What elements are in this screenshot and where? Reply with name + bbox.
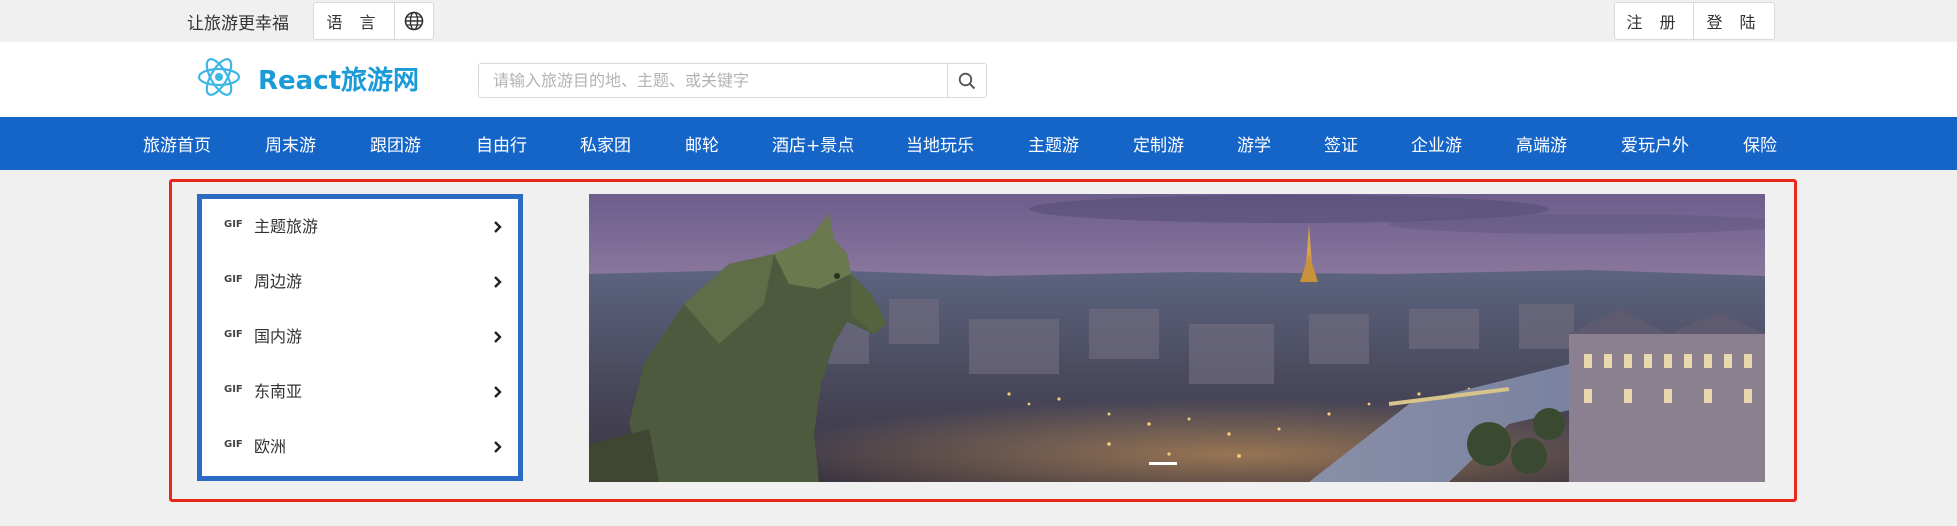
nav-item-private-group[interactable]: 私家团 [580,131,631,156]
nav-item-theme-tour[interactable]: 主题游 [1028,131,1079,156]
nav-item-weekend[interactable]: 周末游 [265,131,316,156]
side-menu-item-nearby[interactable]: GIF 周边游 [202,254,518,309]
gif-badge: GIF [224,274,243,285]
brand-title[interactable]: React旅游网 [258,60,419,97]
side-menu: GIF 主题旅游 GIF 周边游 GIF 国内游 GIF 东南亚 GIF 欧洲 [197,194,523,481]
side-menu-label: 国内游 [254,327,303,346]
side-menu-item-domestic[interactable]: GIF 国内游 [202,309,518,364]
nav-item-home[interactable]: 旅游首页 [143,131,211,156]
nav-item-cruise[interactable]: 邮轮 [685,131,719,156]
register-button[interactable]: 注 册 [1614,2,1694,40]
nav-item-visa[interactable]: 签证 [1324,131,1358,156]
nav-item-group-tour[interactable]: 跟团游 [370,131,421,156]
chevron-right-icon [494,221,502,233]
gif-badge: GIF [224,219,243,230]
nav-item-outdoor[interactable]: 爱玩户外 [1621,131,1689,156]
banner-image [589,194,1765,482]
login-button[interactable]: 登 陆 [1693,2,1775,40]
react-logo-icon[interactable] [196,54,242,100]
nav-item-study-tour[interactable]: 游学 [1237,131,1271,156]
search-icon [958,72,976,89]
nav-item-custom-tour[interactable]: 定制游 [1133,131,1184,156]
chevron-right-icon [494,441,502,453]
nav-item-local-fun[interactable]: 当地玩乐 [906,131,974,156]
nav-item-corporate-tour[interactable]: 企业游 [1411,131,1462,156]
slogan: 让旅游更幸福 [187,14,289,34]
side-menu-label: 欧洲 [254,437,287,456]
side-menu-item-europe[interactable]: GIF 欧洲 [202,419,518,474]
header: React旅游网 [0,42,1957,117]
gif-badge: GIF [224,439,243,450]
side-menu-label: 主题旅游 [254,217,319,236]
language-button[interactable]: 语 言 [313,2,395,40]
nav-item-hotel-attraction[interactable]: 酒店+景点 [772,131,854,156]
nav-item-insurance[interactable]: 保险 [1743,131,1777,156]
side-menu-item-theme-travel[interactable]: GIF 主题旅游 [202,199,518,254]
nav-item-free-travel[interactable]: 自由行 [476,131,527,156]
top-bar: 让旅游更幸福 语 言 注 册 登 陆 [0,0,1957,42]
carousel-banner[interactable] [589,194,1765,482]
side-menu-label: 东南亚 [254,382,303,401]
main-nav: 旅游首页 周末游 跟团游 自由行 私家团 邮轮 酒店+景点 当地玩乐 主题游 定… [0,117,1957,170]
chevron-right-icon [494,386,502,398]
globe-icon [404,11,424,31]
gif-badge: GIF [224,384,243,395]
chevron-right-icon [494,276,502,288]
search-input[interactable] [478,63,948,98]
gif-badge: GIF [224,329,243,340]
side-menu-item-southeast-asia[interactable]: GIF 东南亚 [202,364,518,419]
search-button[interactable] [947,63,987,98]
globe-dropdown-button[interactable] [394,2,434,40]
side-menu-label: 周边游 [254,272,303,291]
chevron-right-icon [494,331,502,343]
nav-item-luxury-tour[interactable]: 高端游 [1516,131,1567,156]
